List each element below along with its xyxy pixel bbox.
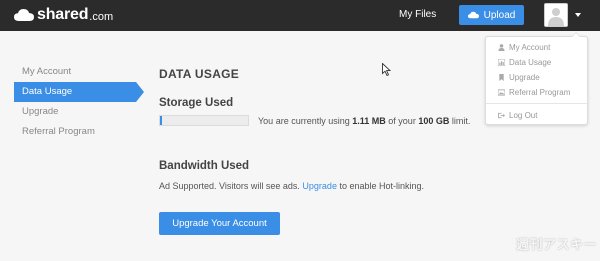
bandwidth-text: Ad Supported. Visitors will see ads. Upg… (159, 181, 424, 191)
storage-limit-value: 100 GB (418, 116, 450, 126)
bookmark-icon (499, 73, 504, 81)
dropdown-label: Referral Program (509, 87, 571, 97)
logout-icon (498, 112, 505, 118)
upgrade-account-button[interactable]: Upgrade Your Account (159, 212, 280, 235)
dropdown-label: Upgrade (509, 72, 540, 82)
brand-name: shared (37, 6, 89, 23)
storage-text-prefix: You are currently using (258, 116, 350, 126)
dropdown-label: Log Out (509, 110, 538, 120)
bandwidth-section-title: Bandwidth Used (159, 160, 250, 172)
user-icon (498, 43, 505, 51)
upgrade-link[interactable]: Upgrade (302, 181, 337, 191)
storage-text-suffix: limit. (451, 116, 471, 126)
cloud-icon (467, 11, 479, 19)
watermark-text: 週刊アスキー (516, 237, 598, 252)
dropdown-divider (486, 103, 587, 104)
storage-usage-text: You are currently using 1.11 MB of your … (258, 116, 470, 126)
user-icon (545, 4, 567, 26)
chevron-down-icon[interactable] (575, 13, 581, 17)
chart-icon (498, 58, 505, 66)
storage-used-value: 1.11 MB (352, 116, 386, 126)
image-icon (498, 88, 505, 96)
cloud-icon (14, 9, 34, 21)
dropdown-item-referral-program[interactable]: Referral Program (498, 86, 570, 98)
mouse-cursor-icon (382, 63, 391, 76)
storage-progress-bar (159, 115, 249, 126)
upload-label: Upload (483, 9, 516, 21)
storage-progress-fill (160, 116, 162, 125)
dropdown-label: My Account (509, 42, 551, 52)
dropdown-item-my-account[interactable]: My Account (498, 41, 550, 53)
dropdown-item-log-out[interactable]: Log Out (498, 109, 537, 121)
brand-tld: .com (89, 10, 114, 23)
bandwidth-text-suffix: to enable Hot-linking. (339, 181, 425, 191)
sidebar-item-my-account[interactable]: My Account (14, 62, 144, 82)
top-navigation-bar: shared .com My Files Upload (0, 0, 600, 31)
account-dropdown-menu: My Account Data Usage Upgrade Referral P… (485, 32, 588, 125)
shared-logo[interactable]: shared .com (14, 5, 113, 25)
avatar[interactable] (544, 3, 568, 27)
dropdown-label: Data Usage (509, 57, 552, 67)
page-title: DATA USAGE (159, 67, 240, 81)
storage-section-title: Storage Used (159, 97, 234, 109)
bandwidth-text-prefix: Ad Supported. Visitors will see ads. (159, 181, 300, 191)
dropdown-item-upgrade[interactable]: Upgrade (498, 71, 540, 83)
storage-text-middle: of your (388, 116, 416, 126)
sidebar-item-upgrade[interactable]: Upgrade (14, 102, 144, 122)
upload-button[interactable]: Upload (459, 5, 524, 25)
sidebar-item-referral-program[interactable]: Referral Program (14, 122, 144, 142)
my-files-link[interactable]: My Files (399, 9, 436, 20)
sidebar-item-data-usage[interactable]: Data Usage (14, 82, 144, 102)
dropdown-item-data-usage[interactable]: Data Usage (498, 56, 551, 68)
account-sidebar: My Account Data Usage Upgrade Referral P… (14, 62, 144, 142)
